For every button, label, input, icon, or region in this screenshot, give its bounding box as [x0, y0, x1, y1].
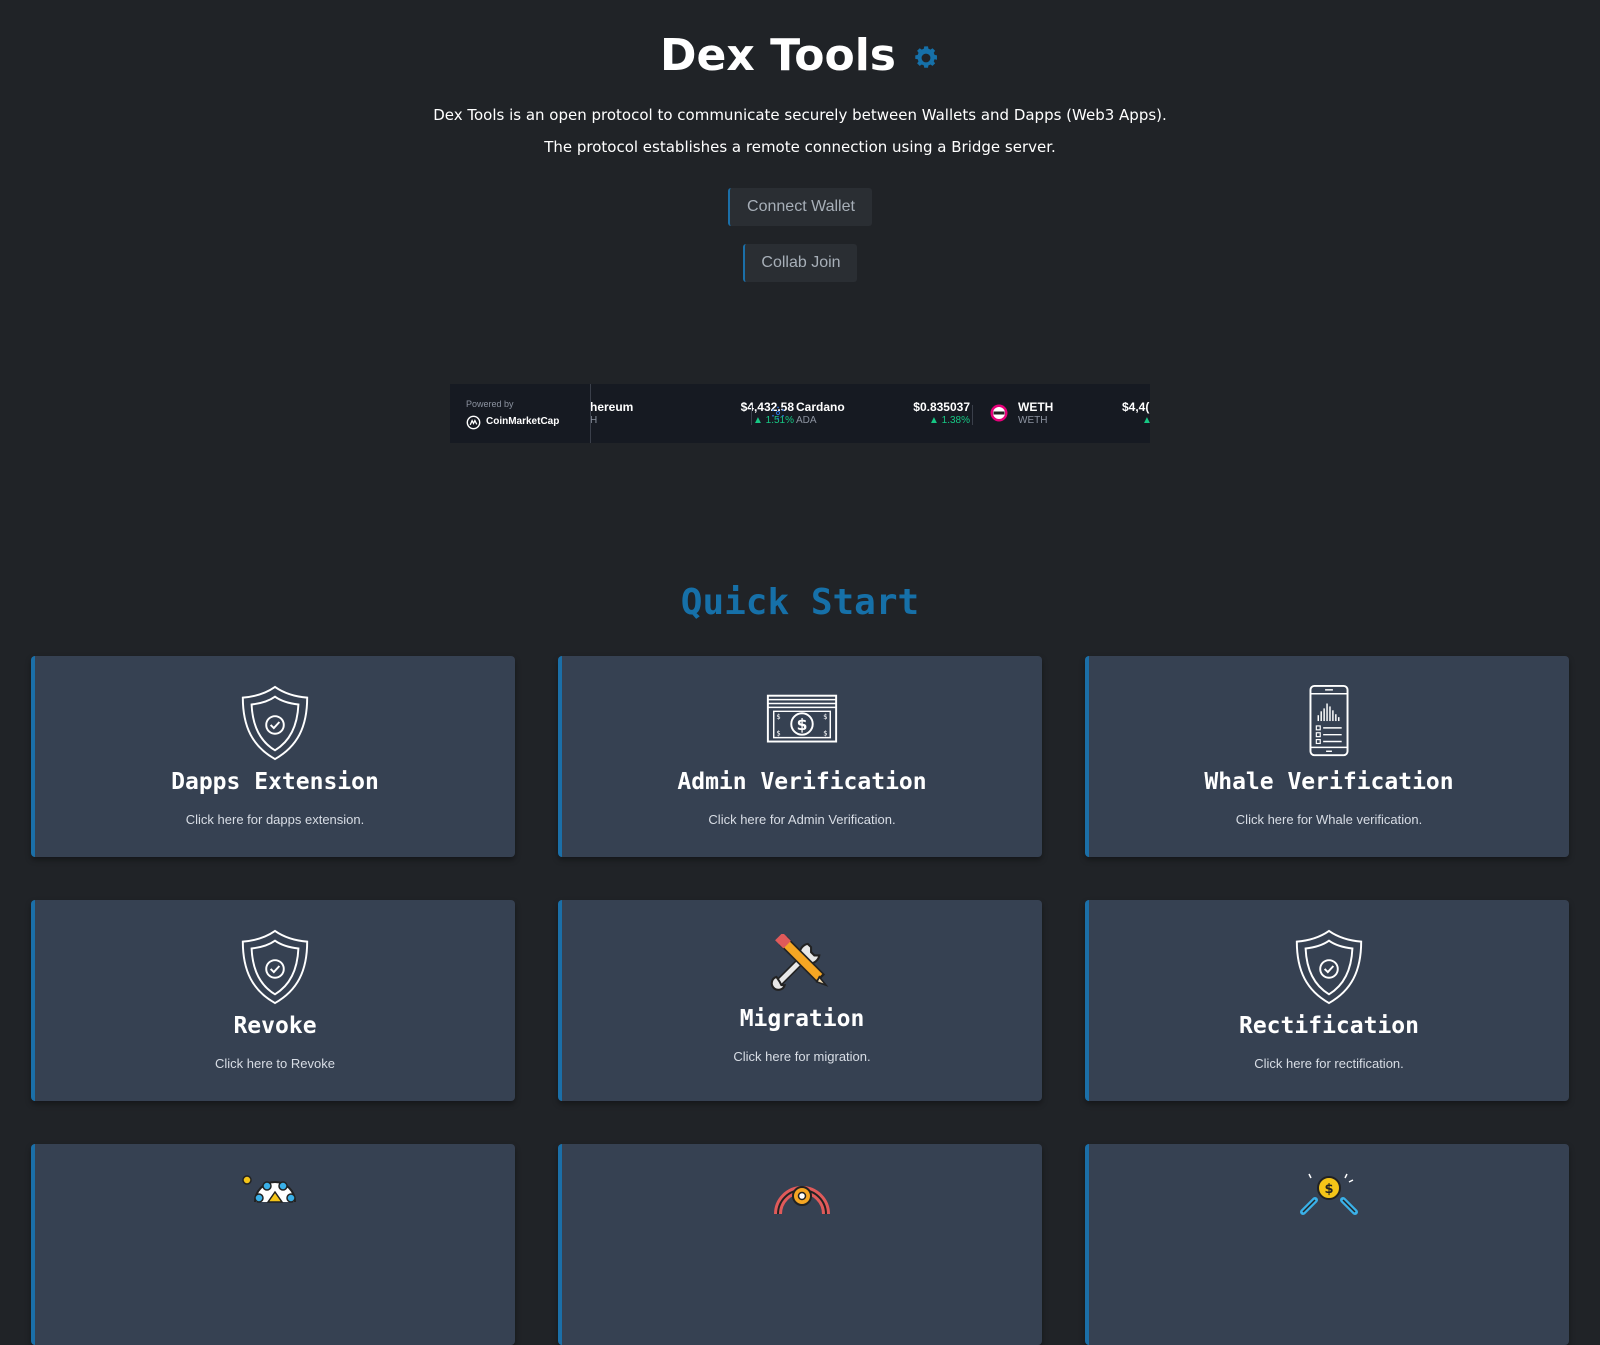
collab-join-button[interactable]: Collab Join: [743, 244, 857, 282]
smartphone-chart-icon: [1309, 684, 1349, 757]
coin-symbol: H: [590, 415, 598, 426]
title-row: Dex Tools: [0, 30, 1600, 81]
coin-hands-icon: $: [1300, 1173, 1358, 1215]
card-description: Click here for rectification.: [1254, 1056, 1404, 1071]
gear-icon: [915, 45, 937, 68]
card-dapps-extension[interactable]: Dapps Extension Click here for dapps ext…: [31, 656, 515, 857]
powered-by-panel[interactable]: Powered by CoinMarketCap: [450, 384, 591, 443]
ticker-coin-cardano[interactable]: Cardano ADA $0.835037 ▲ 1.38%: [770, 384, 970, 443]
card-network[interactable]: [31, 1144, 515, 1345]
coinmarketcap-logo-icon: [466, 415, 481, 430]
card-description: Click here to Revoke: [215, 1056, 335, 1071]
card-title: Migration: [739, 1006, 865, 1032]
coin-price: $4,4(: [1122, 400, 1150, 414]
svg-text:$: $: [797, 716, 808, 734]
card-title: Dapps Extension: [171, 769, 379, 795]
card-gear-tool[interactable]: [558, 1144, 1042, 1345]
pencil-wrench-icon: [770, 934, 829, 991]
coin-name: Cardano: [796, 400, 845, 414]
coin-price: $0.835037: [913, 400, 970, 414]
shield-check-icon: [1295, 929, 1363, 1005]
banknote-icon: $ $ $ $ $: [766, 694, 838, 743]
card-description: Click here for Whale verification.: [1235, 812, 1423, 827]
ticker-separator: [972, 405, 973, 425]
coin-symbol: ADA: [796, 415, 817, 426]
description-line-2: The protocol establishes a remote connec…: [544, 138, 1056, 156]
svg-text:$: $: [776, 730, 780, 738]
connect-wallet-button[interactable]: Connect Wallet: [728, 188, 872, 226]
coinmarketcap-label: CoinMarketCap: [486, 416, 560, 427]
coin-name: WETH: [1018, 400, 1054, 414]
shield-check-icon: [241, 929, 309, 1005]
svg-text:$: $: [776, 713, 780, 721]
card-coin-hands[interactable]: $: [1085, 1144, 1569, 1345]
network-nodes-icon: [242, 1175, 296, 1203]
svg-text:$: $: [823, 730, 827, 738]
coin-symbol: WETH: [1018, 415, 1048, 426]
shield-check-icon: [241, 685, 309, 761]
card-whale-verification[interactable]: Whale Verification Click here for Whale …: [1085, 656, 1569, 857]
card-title: Admin Verification: [677, 769, 927, 795]
svg-text:$: $: [1324, 1182, 1333, 1197]
gear-tool-icon: [774, 1186, 830, 1215]
card-title: Whale Verification: [1204, 769, 1454, 795]
cardano-icon: [772, 406, 784, 420]
page-title: Dex Tools: [660, 30, 896, 81]
card-description: Click here for migration.: [733, 1049, 871, 1064]
coin-name: hereum: [590, 400, 634, 414]
card-migration[interactable]: Migration Click here for migration.: [558, 900, 1042, 1101]
card-description: Click here for Admin Verification.: [708, 812, 896, 827]
card-description: Click here for dapps extension.: [185, 812, 365, 827]
svg-text:$: $: [823, 713, 827, 721]
quick-start-title: Quick Start: [680, 582, 920, 623]
price-ticker[interactable]: Powered by CoinMarketCap hereum H $4,432…: [450, 384, 1150, 443]
card-revoke[interactable]: Revoke Click here to Revoke: [31, 900, 515, 1101]
card-admin-verification[interactable]: $ $ $ $ $ Admin Verification Click here …: [558, 656, 1042, 857]
ticker-separator: [751, 405, 752, 425]
description-line-1: Dex Tools is an open protocol to communi…: [433, 106, 1167, 124]
coin-change: ▲: [1142, 415, 1150, 426]
card-title: Rectification: [1238, 1013, 1419, 1039]
ticker-coin-weth[interactable]: WETH WETH $4,4( ▲: [990, 384, 1150, 443]
powered-by-label: Powered by: [466, 399, 514, 409]
card-title: Revoke: [233, 1013, 317, 1039]
coin-change: ▲ 1.38%: [928, 415, 970, 426]
card-rectification[interactable]: Rectification Click here for rectificati…: [1085, 900, 1569, 1101]
weth-icon: [990, 404, 1008, 422]
